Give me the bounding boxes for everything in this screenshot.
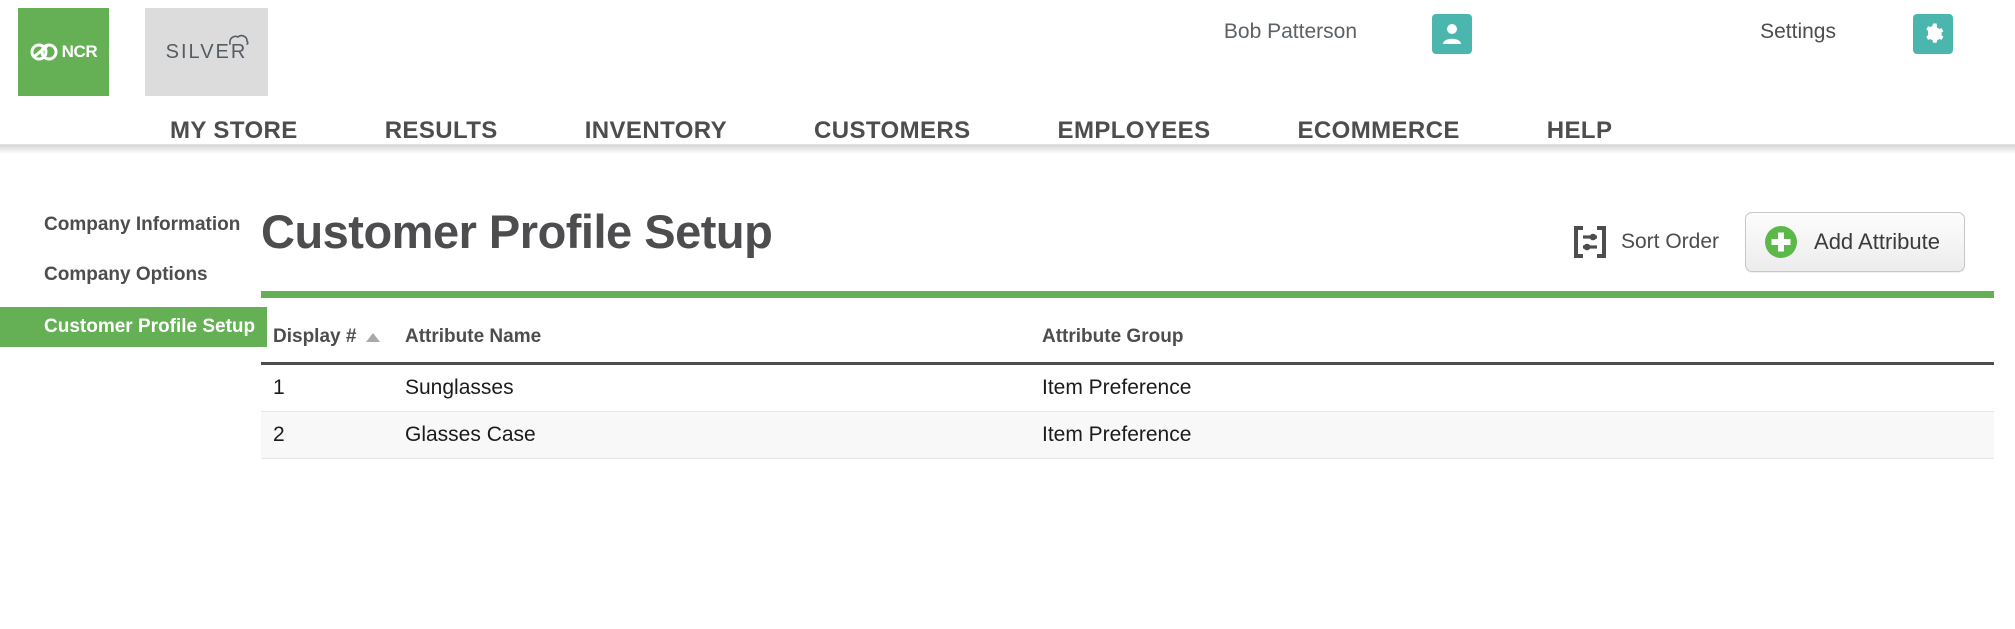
cell-attribute-name: Glasses Case	[393, 411, 1030, 459]
ncr-wordmark: NCR	[61, 42, 98, 61]
add-attribute-button[interactable]: Add Attribute	[1745, 212, 1965, 272]
plus-circle-icon	[1765, 226, 1798, 258]
sort-order-icon	[1573, 226, 1606, 258]
sidebar-item-company-information[interactable]: Company Information	[0, 207, 255, 243]
brand-logo[interactable]: NCR SILVER	[18, 8, 268, 96]
ncr-infinity-icon	[30, 43, 58, 61]
nav-item-ecommerce[interactable]: ECOMMERCE	[1298, 117, 1460, 145]
nav-item-customers[interactable]: CUSTOMERS	[814, 117, 971, 145]
sidebar-item-customer-profile-setup[interactable]: Customer Profile Setup	[0, 307, 268, 347]
silver-logo-block: SILVER	[145, 8, 268, 96]
table-row[interactable]: 2 Glasses Case Item Preference	[261, 411, 1994, 459]
app-page: NCR SILVER Bob Patterson Settings MY STO…	[0, 0, 2015, 629]
cell-display-number: 1	[261, 363, 393, 412]
page-title: Customer Profile Setup	[261, 205, 773, 258]
nav-divider	[0, 144, 2015, 145]
section-divider-bar	[261, 291, 1994, 298]
column-header-attribute-name[interactable]: Attribute Name	[393, 322, 1030, 365]
gear-icon	[1926, 23, 1944, 43]
column-header-display-number[interactable]: Display #	[261, 322, 393, 365]
header-actions: Sort Order Add Attribute	[1573, 212, 1965, 272]
ncr-logo-block: NCR	[18, 8, 109, 96]
sidebar-item-company-options[interactable]: Company Options	[0, 257, 255, 293]
user-avatar-icon	[1443, 24, 1461, 44]
nav-item-employees[interactable]: EMPLOYEES	[1058, 117, 1211, 145]
table-header-row: Display # Attribute Name Attribute Group	[261, 322, 1994, 365]
nav-item-help[interactable]: HELP	[1547, 117, 1613, 145]
top-header: NCR SILVER Bob Patterson Settings	[0, 0, 2015, 100]
sort-ascending-icon	[366, 332, 381, 342]
cell-display-number: 2	[261, 411, 393, 459]
column-label-attribute-name: Attribute Name	[405, 326, 542, 347]
content-header: Customer Profile Setup Sort Order Add At…	[258, 204, 1990, 288]
user-name-label: Bob Patterson	[1223, 20, 1357, 43]
nav-item-inventory[interactable]: INVENTORY	[585, 117, 727, 145]
sort-order-button[interactable]: Sort Order	[1573, 225, 1719, 259]
column-label-display-number: Display #	[273, 326, 357, 347]
nav-item-results[interactable]: RESULTS	[385, 117, 498, 145]
sort-order-label: Sort Order	[1620, 230, 1720, 253]
attributes-table: Display # Attribute Name Attribute Group…	[261, 322, 1994, 459]
table-head: Display # Attribute Name Attribute Group	[261, 322, 1994, 365]
add-attribute-label: Add Attribute	[1814, 229, 1940, 254]
settings-sidebar: Company Information Company Options Cust…	[0, 207, 268, 361]
table-row[interactable]: 1 Sunglasses Item Preference	[261, 363, 1994, 412]
cloud-icon	[229, 34, 249, 45]
main-navigation: MY STORE RESULTS INVENTORY CUSTOMERS EMP…	[0, 100, 2015, 162]
column-label-attribute-group: Attribute Group	[1042, 326, 1184, 347]
settings-gear-button[interactable]	[1913, 14, 1953, 54]
silver-wordmark: SILVER	[166, 34, 249, 64]
nav-item-my-store[interactable]: MY STORE	[170, 117, 298, 145]
content-panel: Customer Profile Setup Sort Order Add At…	[258, 204, 1994, 459]
table-body: 1 Sunglasses Item Preference 2 Glasses C…	[261, 363, 1994, 459]
body-area: Company Information Company Options Cust…	[0, 162, 2015, 459]
attributes-table-wrap: Display # Attribute Name Attribute Group…	[261, 322, 1994, 459]
column-header-attribute-group[interactable]: Attribute Group	[1030, 322, 1994, 365]
cell-attribute-group: Item Preference	[1030, 411, 1994, 459]
cell-attribute-group: Item Preference	[1030, 363, 1994, 412]
user-avatar-button[interactable]	[1432, 14, 1472, 54]
settings-label[interactable]: Settings	[1760, 20, 1836, 44]
cell-attribute-name: Sunglasses	[393, 363, 1030, 412]
